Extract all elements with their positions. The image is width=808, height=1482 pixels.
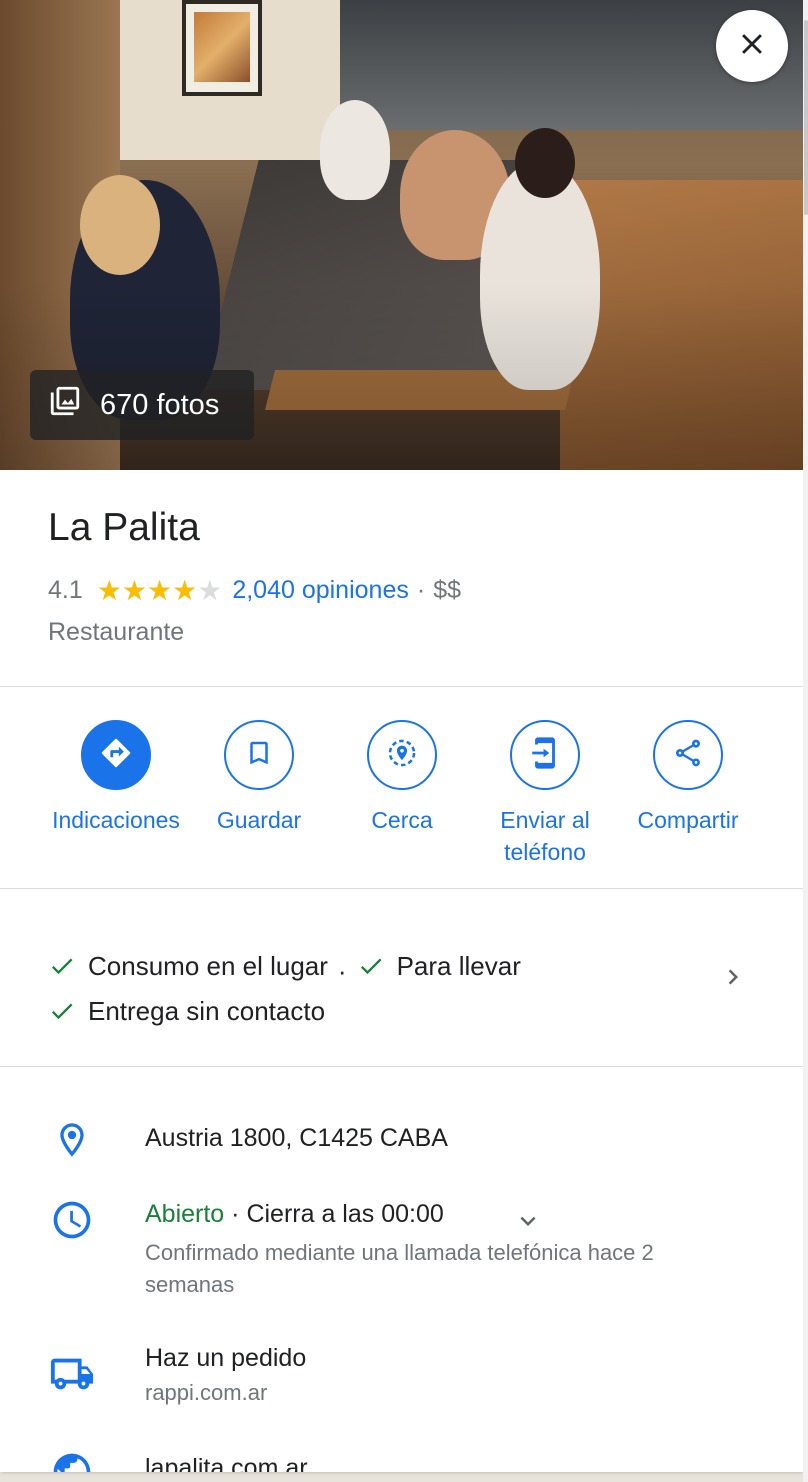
nearby-label: Cerca (371, 807, 433, 833)
dot-separator: · (416, 576, 426, 604)
delivery-truck-icon (48, 1350, 96, 1398)
directions-label: Indicaciones (52, 807, 180, 833)
place-title: La Palita (48, 506, 200, 549)
order-title: Haz un pedido (145, 1344, 307, 1372)
closing-time: · Cierra a las 00:00 (231, 1200, 444, 1228)
chevron-down-icon[interactable] (513, 1206, 543, 1236)
bookmark-icon (244, 738, 274, 773)
rating-stars: ★ ★ ★ ★ ★ (96, 574, 223, 606)
rating-value: 4.1 (48, 576, 83, 604)
website-text: lapalita.com.ar (145, 1454, 308, 1472)
service-label: Para llevar (396, 951, 521, 981)
address-text: Austria 1800, C1425 CABA (145, 1124, 448, 1152)
scrollbar[interactable] (803, 0, 808, 1482)
photos-count-label: 670 fotos (100, 388, 220, 421)
location-pin-icon (48, 1116, 96, 1164)
hours-text: Abierto · Cierra a las 00:00 Confirmado … (145, 1200, 745, 1301)
send-to-phone-icon (528, 736, 562, 775)
star-icon: ★ (197, 574, 223, 606)
star-icon: ★ (96, 574, 122, 606)
directions-button[interactable]: Indicaciones (36, 720, 196, 836)
close-icon (735, 27, 769, 66)
hours-confirmation-note: Confirmado mediante una llamada telefóni… (145, 1240, 654, 1297)
chevron-right-icon[interactable] (718, 962, 748, 992)
send-to-phone-button[interactable]: Enviar al teléfono (465, 720, 625, 868)
star-icon: ★ (146, 574, 173, 606)
nearby-button[interactable]: Cerca (322, 720, 482, 836)
reviews-link[interactable]: 2,040 opiniones (232, 576, 409, 605)
divider (0, 888, 803, 889)
order-text: Haz un pedido rappi.com.ar (145, 1344, 306, 1409)
divider (0, 1066, 803, 1067)
share-icon (672, 737, 704, 774)
order-site: rappi.com.ar (145, 1380, 268, 1405)
clock-icon (48, 1196, 96, 1244)
globe-icon (48, 1448, 96, 1472)
place-category[interactable]: Restaurante (48, 618, 184, 647)
close-button[interactable] (716, 10, 788, 82)
save-label: Guardar (216, 807, 302, 833)
service-dine-in: Consumo en el lugar (48, 946, 328, 986)
check-icon (51, 958, 73, 975)
send-to-phone-label: Enviar al teléfono (500, 807, 590, 865)
service-options[interactable]: Consumo en el lugar · Para llevar Entreg… (48, 946, 728, 1036)
check-icon (360, 958, 382, 975)
share-label: Compartir (637, 807, 739, 833)
service-takeout: Para llevar (357, 946, 521, 986)
share-button[interactable]: Compartir (608, 720, 768, 836)
service-contactless-delivery: Entrega sin contacto (48, 991, 325, 1031)
check-icon (51, 1003, 73, 1020)
rating-row: 4.1 ★ ★ ★ ★ ★ 2,040 opiniones · $$ (48, 576, 461, 605)
nearby-icon (385, 736, 419, 775)
place-panel: 670 fotos La Palita 4.1 ★ ★ ★ ★ ★ 2,040 opin… (0, 0, 803, 1472)
price-level: $$ (433, 576, 461, 604)
directions-icon (99, 736, 133, 775)
photo-library-icon (48, 384, 82, 426)
photos-count-button[interactable]: 670 fotos (30, 370, 254, 440)
divider (0, 686, 803, 687)
scrollbar-thumb[interactable] (804, 20, 808, 215)
service-separator: · (337, 956, 347, 986)
open-status: Abierto (145, 1200, 225, 1228)
service-label: Consumo en el lugar (88, 951, 328, 981)
star-icon: ★ (172, 574, 198, 606)
star-icon: ★ (121, 574, 147, 606)
save-button[interactable]: Guardar (179, 720, 339, 836)
service-label: Entrega sin contacto (88, 996, 326, 1026)
